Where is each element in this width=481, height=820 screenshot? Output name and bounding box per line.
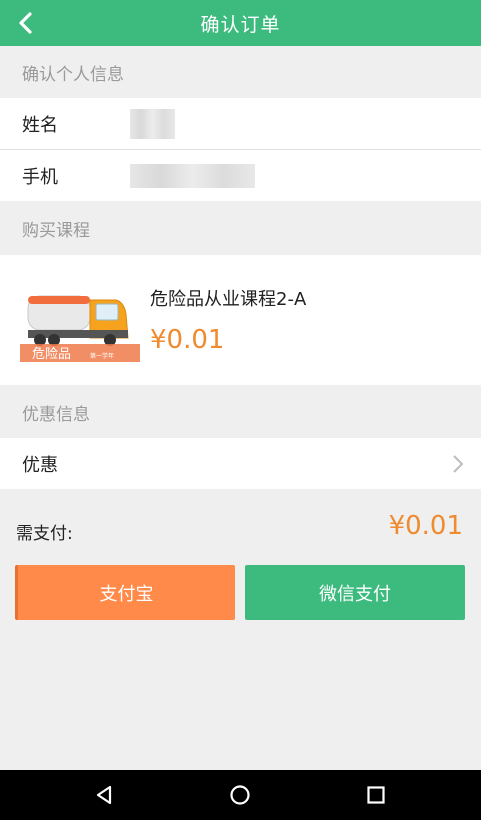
nav-back-button[interactable] [74,770,134,820]
thumb-subcaption: 第一学年 [90,352,114,360]
triangle-back-icon [96,785,112,805]
phone-value-redacted [130,163,255,188]
course-card[interactable]: 危险品 第一学年 危险品从业课程2-A ¥0.01 [0,255,481,385]
thumb-caption: 危险品 [32,347,71,362]
name-row: 姓名 [0,98,481,149]
phone-row: 手机 [0,150,481,201]
course-name: 危险品从业课程2-A [150,289,307,310]
section-header-personal-info: 确认个人信息 [0,46,481,98]
system-nav-bar [0,770,481,820]
circle-home-icon [230,785,250,805]
title-bar: 确认订单 [0,0,481,46]
nav-home-button[interactable] [210,770,270,820]
chevron-right-icon [453,455,464,473]
name-label: 姓名 [22,114,58,136]
phone-label: 手机 [22,166,58,188]
course-price: ¥0.01 [150,325,225,355]
name-value-redacted [130,108,175,139]
square-recents-icon [367,786,385,804]
chevron-left-icon [19,12,32,34]
total-amount: ¥0.01 [388,511,463,541]
fuel-truck-icon: 危险品 第一学年 [20,282,140,362]
section-header-discount: 优惠信息 [0,386,481,438]
coupon-row[interactable]: 优惠 [0,438,481,489]
page-title: 确认订单 [200,13,281,36]
back-button[interactable] [8,0,44,46]
total-label: 需支付: [16,524,73,544]
alipay-button[interactable]: 支付宝 [15,565,235,620]
nav-recents-button[interactable] [346,770,406,820]
total-row: 需支付: ¥0.01 [0,505,481,553]
coupon-label: 优惠 [22,454,58,476]
app-root: 确认订单 确认个人信息 姓名 手机 购买课程 危险品 第一学年 危险品从业课程2… [0,0,481,820]
wechat-pay-button[interactable]: 微信支付 [245,565,465,620]
section-header-course: 购买课程 [0,202,481,254]
